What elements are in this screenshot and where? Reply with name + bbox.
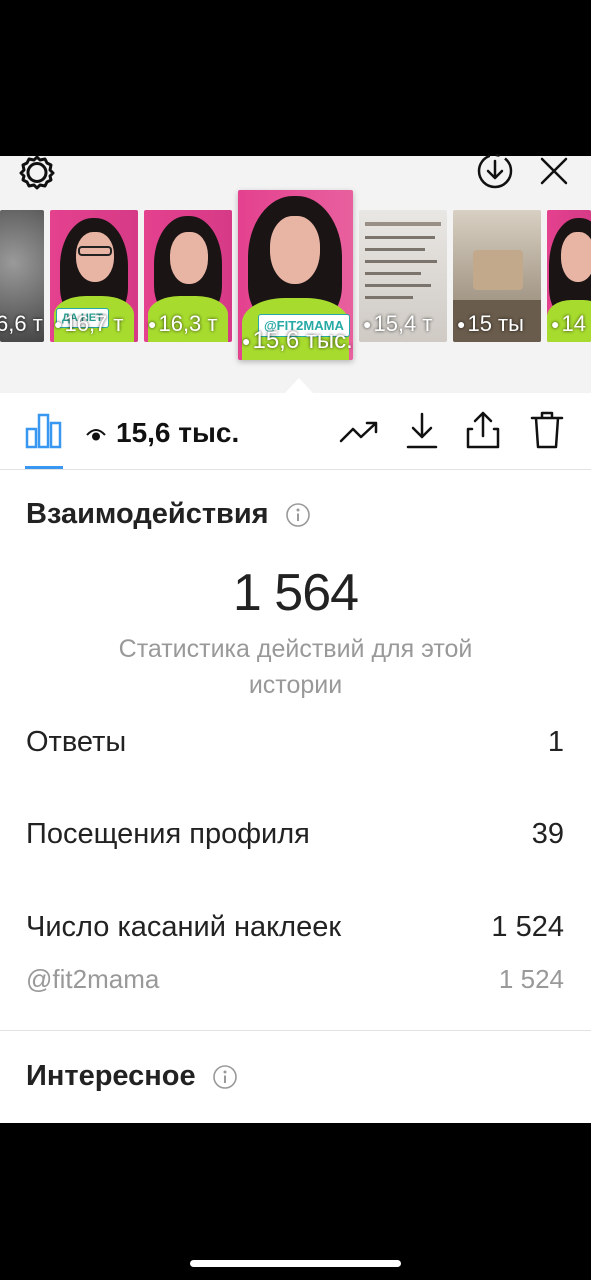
view-count: 15,6 тыс. <box>252 327 353 354</box>
interactions-title: Взаимодействия <box>26 498 269 530</box>
insights-tab[interactable] <box>24 413 64 453</box>
stat-label: Ответы <box>26 726 127 758</box>
eye-icon <box>86 417 106 449</box>
interactions-subtitle: Статистика действий для этой истории <box>118 635 473 699</box>
active-tab-indicator <box>25 466 63 469</box>
promote-button[interactable] <box>338 415 380 453</box>
story-thumbnail[interactable]: ● 15,4 т <box>359 210 447 342</box>
info-icon[interactable] <box>212 1064 238 1090</box>
eye-icon: ● <box>54 316 63 332</box>
story-thumbnail[interactable]: ● 16,3 т <box>144 210 232 342</box>
download-button[interactable] <box>402 411 442 455</box>
gear-icon <box>17 152 57 197</box>
interactions-section-title: Взаимодействия <box>26 498 311 531</box>
eye-icon: ● <box>242 333 251 349</box>
story-thumbnail-selected[interactable]: @FIT2MAMA ● 15,6 тыс. <box>238 190 353 360</box>
settings-button[interactable] <box>14 154 60 194</box>
view-count: 16,7 т <box>64 311 124 336</box>
story-thumbnail[interactable]: 6,6 т <box>0 210 44 342</box>
discovery-title: Интересное <box>26 1060 196 1092</box>
view-count: 15,4 т <box>373 311 433 336</box>
eye-icon: ● <box>551 316 560 332</box>
stat-subvalue: 1 524 <box>498 964 564 994</box>
eye-icon: ● <box>457 316 466 332</box>
eye-icon: ● <box>363 316 372 332</box>
close-icon <box>538 155 570 192</box>
stat-row-profile-visits: Посещения профиля 39 <box>26 818 564 851</box>
download-circle-icon <box>475 151 515 196</box>
stat-value: 1 524 <box>491 911 564 943</box>
section-divider <box>0 1030 591 1031</box>
story-thumbnail[interactable]: ● 15 ты <box>453 210 541 342</box>
stat-row-replies: Ответы 1 <box>26 726 564 759</box>
stat-subrow-mention: @fit2mama 1 524 <box>26 964 564 995</box>
info-icon[interactable] <box>285 502 311 528</box>
stat-label: Посещения профиля <box>26 818 310 850</box>
views-count: 15,6 тыс. <box>86 413 239 453</box>
stat-value: 1 <box>547 726 564 758</box>
story-thumbnail[interactable]: ДА НЕТ ● 16,7 т <box>50 210 138 342</box>
share-icon <box>464 409 502 456</box>
home-indicator[interactable] <box>190 1260 401 1267</box>
discovery-section-title: Интересное <box>26 1060 238 1093</box>
share-button[interactable] <box>462 409 504 455</box>
view-count: 14 <box>561 311 586 336</box>
selection-pointer <box>285 378 313 393</box>
insights-sheet: 15,6 тыс. Взаимодействия 1 564 Статистик… <box>0 393 591 1123</box>
stat-label: Число касаний наклеек <box>26 911 342 943</box>
insights-toolbar: 15,6 тыс. <box>0 393 591 470</box>
view-count: 6,6 т <box>0 311 43 336</box>
screen: 6,6 т ДА НЕТ ● 16,7 т ● 16,3 т @FIT2MAMA… <box>0 0 591 1280</box>
trend-icon <box>339 419 379 450</box>
view-count: 15 ты <box>467 311 524 336</box>
stat-row-sticker-taps: Число касаний наклеек 1 524 <box>26 911 564 944</box>
views-value: 15,6 тыс. <box>116 417 240 448</box>
interactions-total: 1 564 <box>232 564 359 622</box>
stat-sublabel: @fit2mama <box>26 964 160 994</box>
stat-value: 39 <box>531 818 564 850</box>
download-icon <box>404 411 440 456</box>
view-count: 16,3 т <box>158 311 218 336</box>
save-story-button[interactable] <box>472 152 518 194</box>
bar-chart-icon <box>25 413 63 454</box>
delete-button[interactable] <box>526 409 568 455</box>
close-button[interactable] <box>532 152 576 194</box>
story-thumbnail[interactable]: ● 14 <box>547 210 591 342</box>
eye-icon: ● <box>148 316 157 332</box>
trash-icon <box>529 410 565 455</box>
